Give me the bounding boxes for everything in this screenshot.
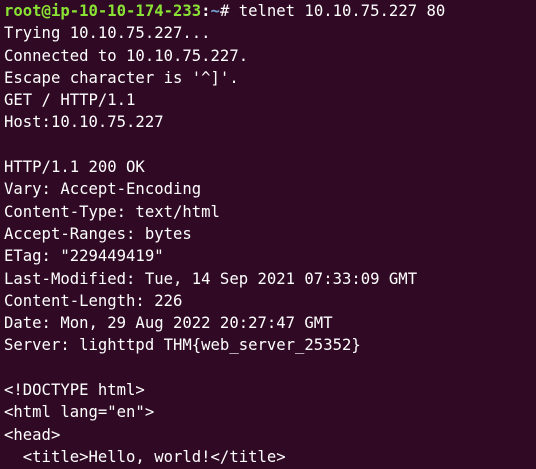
output-line: <html lang="en"> (4, 403, 155, 422)
output-line: ETag: "229449419" (4, 247, 164, 266)
output-line: Last-Modified: Tue, 14 Sep 2021 07:33:09… (4, 269, 418, 288)
output-line: <head> (4, 425, 61, 444)
output-line: <title>Hello, world!</title> (4, 447, 286, 466)
output-line: Accept-Ranges: bytes (4, 224, 192, 243)
output-line: Date: Mon, 29 Aug 2022 20:27:47 GMT (4, 314, 333, 333)
output-line: <!DOCTYPE html> (4, 381, 145, 400)
command-prompt-line: root@ip-10-10-174-233:~# telnet 10.10.75… (4, 0, 536, 22)
output-line: Connected to 10.10.75.227. (4, 46, 249, 65)
prompt-user-host: root@ip-10-10-174-233 (4, 2, 202, 20)
output-line: Server: lighttpd THM{web_server_25352} (4, 336, 361, 355)
prompt-symbol: # (219, 2, 239, 20)
output-line: Vary: Accept-Encoding (4, 180, 202, 199)
output-line: Host:10.10.75.227 (4, 113, 164, 132)
prompt-colon: : (201, 2, 211, 20)
output-line: Trying 10.10.75.227... (4, 24, 211, 43)
output-line: Content-Length: 226 (4, 291, 183, 310)
output-line: Content-Type: text/html (4, 202, 220, 221)
output-line: Escape character is '^]'. (4, 68, 239, 87)
prompt-directory: ~ (210, 2, 220, 20)
command-text: telnet 10.10.75.227 80 (238, 2, 446, 20)
terminal-window[interactable]: root@ip-10-10-174-233:~# telnet 10.10.75… (0, 0, 536, 469)
output-line: HTTP/1.1 200 OK (4, 158, 145, 177)
output-line: GET / HTTP/1.1 (4, 91, 136, 110)
